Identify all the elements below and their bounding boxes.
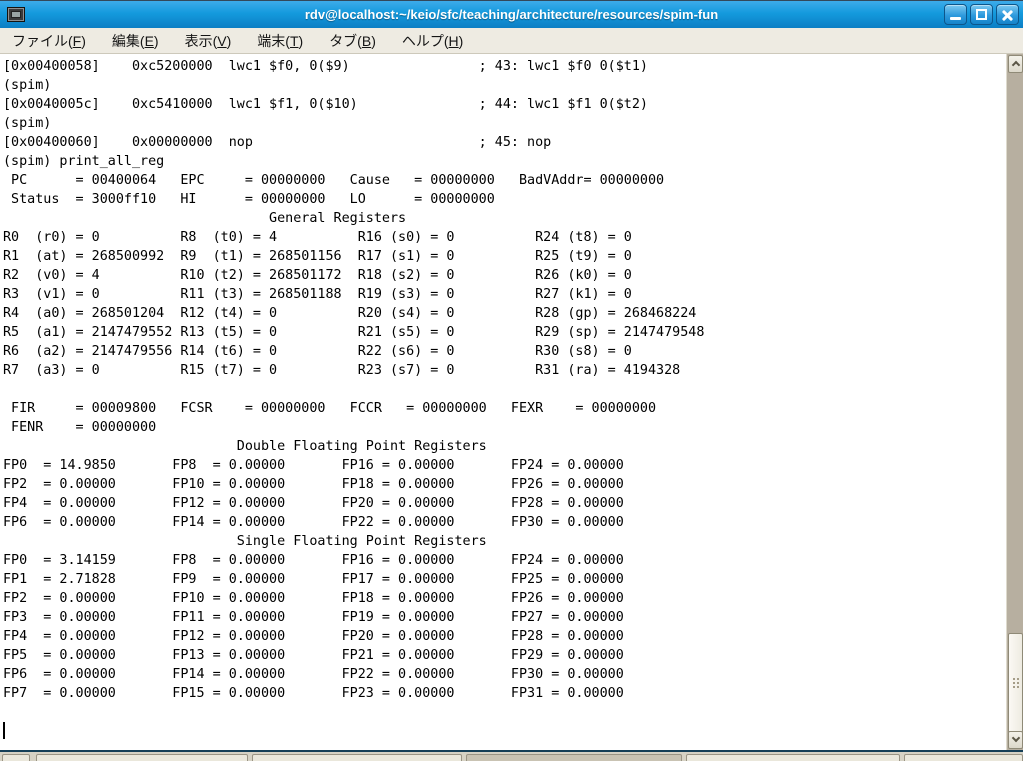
menu-label: ) [154, 33, 159, 49]
terminal-app-icon [7, 7, 25, 22]
terminal-output[interactable]: [0x00400058] 0xc5200000 lwc1 $f0, 0($9) … [0, 54, 1006, 703]
menu-file[interactable]: ファイル(F) [12, 31, 86, 51]
taskbar-button[interactable] [252, 754, 462, 761]
menu-label: ヘルプ( [402, 33, 449, 49]
menu-edit[interactable]: 編集(E) [112, 31, 159, 51]
minimize-button[interactable] [944, 4, 967, 25]
menu-mnemonic: B [362, 33, 371, 49]
menu-label: ) [227, 33, 232, 49]
scroll-down-button[interactable] [1008, 731, 1023, 749]
window-title: rdv@localhost:~/keio/sfc/teaching/archit… [0, 1, 1023, 28]
menu-label: ) [459, 33, 464, 49]
taskbar-show-desktop-button[interactable] [2, 754, 30, 761]
menu-mnemonic: H [449, 33, 459, 49]
maximize-button[interactable] [970, 4, 993, 25]
menu-label: タブ( [329, 33, 362, 49]
menu-label: ファイル( [12, 33, 73, 49]
menu-tabs[interactable]: タブ(B) [329, 31, 376, 51]
scroll-up-button[interactable] [1008, 55, 1023, 73]
menu-label: ) [299, 33, 304, 49]
menu-mnemonic: V [217, 33, 226, 49]
menu-view[interactable]: 表示(V) [185, 31, 232, 51]
terminal-window: rdv@localhost:~/keio/sfc/teaching/archit… [0, 0, 1023, 761]
titlebar[interactable]: rdv@localhost:~/keio/sfc/teaching/archit… [0, 0, 1023, 28]
chevron-down-icon [1012, 734, 1020, 742]
menu-mnemonic: E [145, 33, 154, 49]
grip-icon [1013, 678, 1015, 680]
menu-label: 表示( [185, 33, 218, 49]
menu-terminal[interactable]: 端末(T) [257, 31, 303, 51]
menu-label: 編集( [112, 33, 145, 49]
menu-mnemonic: T [290, 33, 299, 49]
taskbar-button[interactable] [36, 754, 248, 761]
close-button[interactable] [996, 4, 1019, 25]
taskbar-button-active[interactable] [466, 754, 682, 761]
menu-label: 端末( [257, 33, 290, 49]
taskbar-button[interactable] [904, 754, 1023, 761]
menu-help[interactable]: ヘルプ(H) [402, 31, 463, 51]
menubar: ファイル(F) 編集(E) 表示(V) 端末(T) タブ(B) ヘルプ(H) [0, 28, 1023, 54]
text-cursor [3, 722, 5, 739]
terminal-viewport[interactable]: [0x00400058] 0xc5200000 lwc1 $f0, 0($9) … [0, 54, 1006, 750]
scrollbar-thumb[interactable] [1008, 633, 1023, 733]
scrollbar[interactable] [1006, 54, 1023, 750]
chevron-up-icon [1012, 61, 1020, 69]
taskbar [0, 750, 1023, 761]
menu-mnemonic: F [73, 33, 82, 49]
taskbar-button[interactable] [686, 754, 900, 761]
window-controls [944, 4, 1019, 25]
menu-label: ) [371, 33, 376, 49]
menu-label: ) [81, 33, 86, 49]
